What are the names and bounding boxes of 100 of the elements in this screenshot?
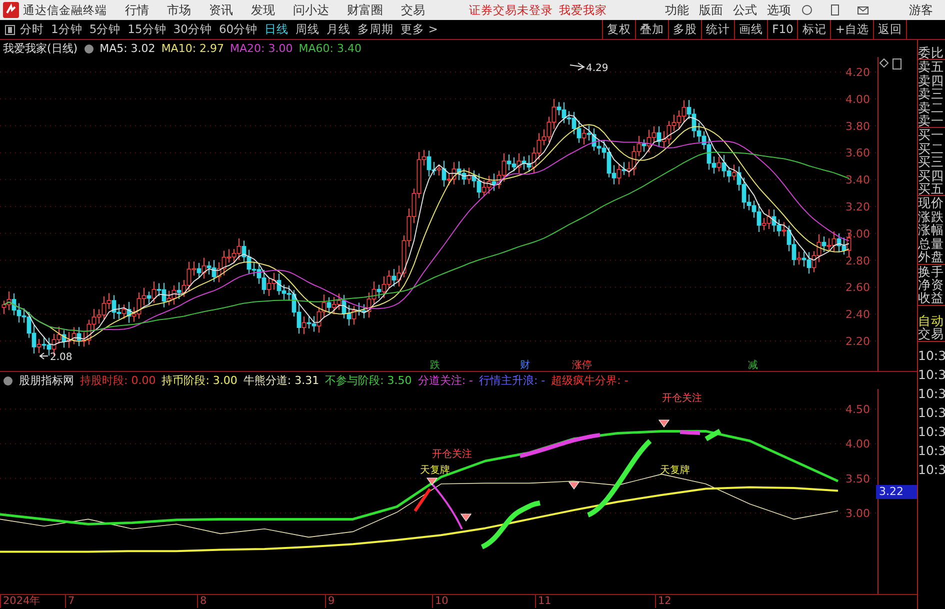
indicator-legend-item: 分道关注: - <box>418 373 473 388</box>
period-tab[interactable]: 更多 > <box>400 22 438 37</box>
indicator-legend-item: 行情主升浪: - <box>478 373 546 388</box>
trade-time: 10:3 <box>918 366 945 384</box>
trade-time: 10:3 <box>918 442 945 460</box>
toolbar-button[interactable]: F10 <box>767 20 798 39</box>
indicator-legend-item: 不参与阶段: 3.50 <box>325 373 412 388</box>
axis-label: 2.40 <box>846 308 870 322</box>
period-tab[interactable]: 月线 <box>326 22 351 37</box>
login-status[interactable]: 证券交易未登录 <box>469 2 553 18</box>
menu-item[interactable]: 选项 <box>767 2 791 18</box>
axis-label: 3.80 <box>846 120 870 133</box>
quote-label: 卖五 <box>918 60 945 74</box>
menu-item[interactable]: 问小达 <box>293 2 329 18</box>
auto-trade-label[interactable]: 自动 <box>918 314 945 328</box>
trade-time: 10:3 <box>918 384 945 403</box>
quote-label: 总量 <box>918 236 945 250</box>
date-axis-label: 2024年 <box>0 595 41 608</box>
event-marker[interactable]: 涨停 <box>572 360 592 371</box>
user-name[interactable]: 游客 <box>909 2 933 18</box>
quote-label: 净资 <box>918 278 945 292</box>
quote-label: 现价 <box>918 196 945 210</box>
account-link[interactable]: 我爱我家 <box>559 2 607 18</box>
menu-item[interactable]: 发现 <box>251 2 275 18</box>
period-tab[interactable]: 1分钟 <box>51 22 82 37</box>
axis-label: 3.00 <box>846 227 870 240</box>
axis-label: 3.20 <box>846 200 870 214</box>
axis-label: 4.20 <box>846 66 870 79</box>
quote-label: 卖三 <box>918 87 945 101</box>
toolbar-button[interactable]: 标记 <box>797 20 830 39</box>
quote-label: 换手 <box>918 264 945 278</box>
chart-title: 我爱我家(日线) <box>3 41 78 56</box>
quote-label: 卖一 <box>918 114 945 128</box>
menu-item[interactable]: 资讯 <box>209 2 233 18</box>
toolbar-button[interactable]: +自选 <box>830 20 873 39</box>
axis-label: 3.60 <box>846 146 870 160</box>
trade-time: 10:3 <box>918 460 945 479</box>
date-axis-label: 7 <box>65 595 75 608</box>
period-tab[interactable]: 60分钟 <box>218 22 258 37</box>
axis-label: 2.60 <box>846 281 870 294</box>
period-tab[interactable]: 分时 <box>20 22 44 37</box>
quote-label: 买三 <box>918 155 945 169</box>
menu-item[interactable]: 财富圈 <box>347 2 383 18</box>
signal-label: 开仓关注 <box>662 393 702 404</box>
date-axis-label: 10 <box>432 595 448 608</box>
axis-label: 3.50 <box>846 472 870 486</box>
quote-label: 外盘 <box>918 250 945 264</box>
period-tab[interactable]: 30分钟 <box>173 22 212 37</box>
trade-label[interactable]: 交易 <box>918 327 945 342</box>
high-price-label: 4.29 <box>586 63 608 74</box>
ma-value: MA60: 3.40 <box>298 42 362 55</box>
event-marker[interactable]: 跌 <box>430 360 440 371</box>
event-marker[interactable]: 财 <box>520 360 530 371</box>
signal-label: 开仓关注 <box>432 449 472 460</box>
toolbar-button[interactable]: 多股 <box>668 20 702 39</box>
indicator-legend-item: 持币阶段: 3.00 <box>162 373 238 388</box>
axis-label: 3.40 <box>846 174 870 187</box>
toolbar-button[interactable]: 统计 <box>701 20 734 39</box>
signal-label: 天复牌 <box>660 465 690 476</box>
menu-item[interactable]: 市场 <box>167 2 191 18</box>
current-value-badge: 3.22 <box>876 485 917 499</box>
indicator-legend-item: 超级疯牛分界: - <box>551 373 628 388</box>
date-axis-label: 12 <box>655 595 672 608</box>
period-tab[interactable]: 日线 <box>264 22 289 37</box>
menu-item[interactable]: 版面 <box>699 2 723 18</box>
quote-label: 买一 <box>918 128 945 142</box>
indicator-legend-item: 持股时段: 0.00 <box>80 373 156 388</box>
period-tab[interactable]: 周线 <box>296 22 320 37</box>
toolbar-button[interactable]: 画线 <box>734 20 768 39</box>
axis-label: 2.20 <box>846 335 870 348</box>
indicator-title: 股朋指标网 <box>19 373 74 388</box>
axis-label: 4.50 <box>846 403 870 416</box>
quote-label: 委比 <box>918 46 945 60</box>
ma-value: MA20: 3.00 <box>230 42 293 55</box>
date-axis-label: 11 <box>535 595 552 608</box>
quote-label: 买五 <box>918 182 945 196</box>
axis-label: 3.00 <box>846 506 870 520</box>
menu-item[interactable]: 行情 <box>125 2 149 18</box>
event-marker[interactable]: 减 <box>748 360 758 371</box>
quote-label: 买四 <box>918 168 945 182</box>
indicator-legend-item: 牛熊分道: 3.31 <box>243 373 320 388</box>
toolbar-button[interactable]: 叠加 <box>635 20 668 39</box>
axis-label: 4.00 <box>846 92 870 106</box>
date-axis-label: 9 <box>325 595 335 608</box>
toolbar-button[interactable]: 返回 <box>873 20 906 39</box>
trade-time: 10:3 <box>918 404 945 422</box>
period-tab[interactable]: 多周期 <box>358 22 394 37</box>
axis-label: 2.80 <box>846 254 870 268</box>
menu-item[interactable]: 交易 <box>401 2 425 18</box>
toolbar-button[interactable]: 复权 <box>602 20 636 39</box>
period-tab[interactable]: 5分钟 <box>89 22 121 37</box>
quote-label: 收益 <box>918 291 945 305</box>
trade-time: 10:3 <box>918 422 945 441</box>
menu-item[interactable]: 功能 <box>665 2 689 18</box>
ma-value: MA10: 2.97 <box>161 42 224 55</box>
trade-time: 10:3 <box>918 346 945 365</box>
quote-label: 涨幅 <box>918 223 945 237</box>
menu-item[interactable]: 公式 <box>733 2 757 18</box>
app-title: 通达信金融终端 <box>23 2 107 18</box>
period-tab[interactable]: 15分钟 <box>128 22 166 37</box>
